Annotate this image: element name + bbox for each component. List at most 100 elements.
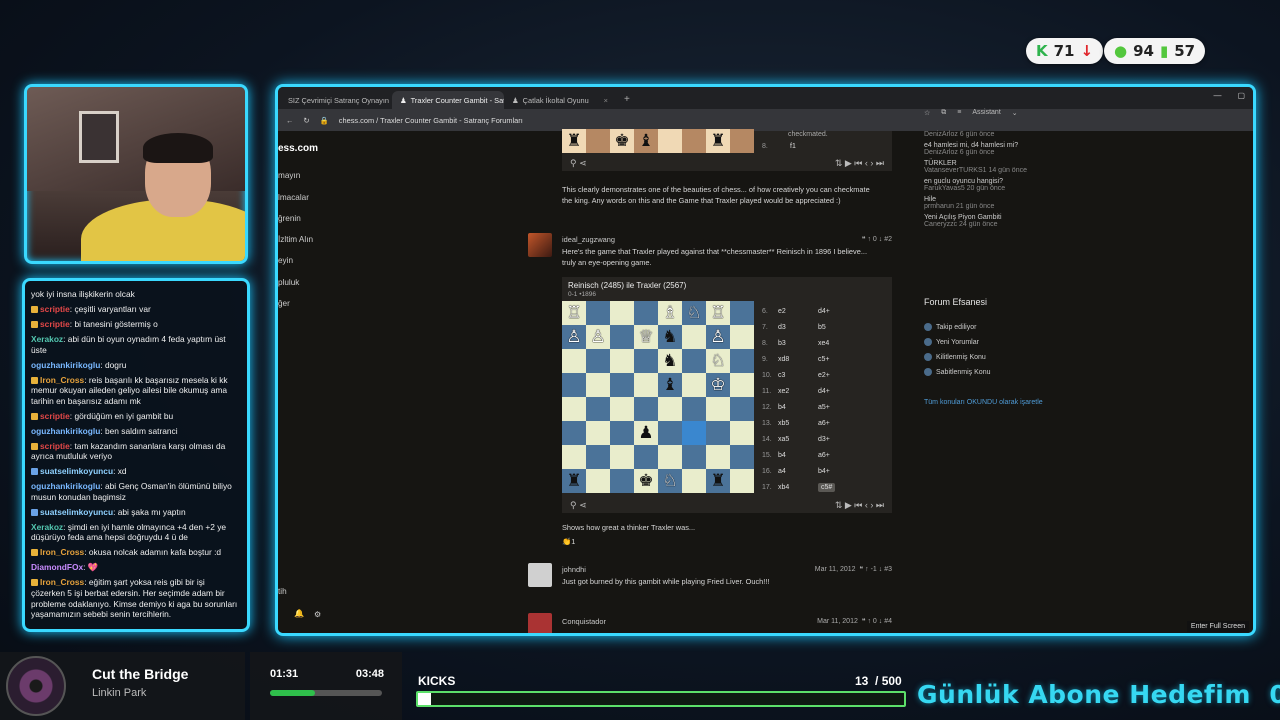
gear-icon[interactable]: ⚙ [314, 609, 321, 619]
tab-fried-liver[interactable]: ♟ Çatlak İkoltal Oyunu × [504, 91, 616, 109]
board-square[interactable] [730, 349, 754, 373]
move-row[interactable]: 11. xe2 d4+ [762, 383, 890, 399]
move-row[interactable]: 14. xa5 d3+ [762, 431, 890, 447]
board-square[interactable] [610, 421, 634, 445]
recent-topic[interactable]: e4 hamlesi mi, d4 hamlesi mi? DenizArloz … [924, 142, 1084, 156]
chess-piece-icon[interactable]: ♜ [710, 472, 725, 490]
move-row[interactable]: 6. e2 d4+ [762, 303, 890, 319]
white-move[interactable]: xa5 [778, 436, 818, 443]
board-square[interactable] [634, 397, 658, 421]
post-author[interactable]: johndhi [562, 565, 586, 574]
chat-username[interactable]: oguzhankirikoglu [31, 481, 100, 491]
board-square[interactable]: ♕ [634, 325, 658, 349]
chess-piece-icon[interactable]: ♟ [638, 424, 653, 442]
chat-username[interactable]: Xerakoz [31, 334, 63, 344]
upvote-icon[interactable]: ↑ [867, 236, 871, 243]
board-square[interactable] [658, 421, 682, 445]
playback-controls[interactable]: ⇅ ▶ ⏮ ‹ › ⏭ [835, 158, 884, 169]
board-square[interactable] [730, 397, 754, 421]
board-square[interactable] [562, 397, 586, 421]
board-square[interactable]: ♖ [562, 301, 586, 325]
topic-title[interactable]: TÜRKLER [924, 160, 1084, 167]
enter-fullscreen-button[interactable]: Enter Full Screen [1186, 621, 1249, 632]
board-square[interactable] [562, 421, 586, 445]
white-move[interactable]: b3 [778, 340, 818, 347]
board-square[interactable] [730, 421, 754, 445]
nav-community[interactable]: pluluk [278, 278, 299, 287]
board-square[interactable] [730, 325, 754, 349]
board-square[interactable] [586, 301, 610, 325]
board-square[interactable]: ♞ [658, 349, 682, 373]
board-square[interactable] [562, 445, 586, 469]
chess-board[interactable]: ♖ ♗ ♘ ♖ ♙ ♙ ♕ ♞ ♙ ♞ ♘ ♝ ♔ ♟ ♜ ♚ ♘ ♜ [562, 301, 754, 493]
white-move[interactable]: d3 [778, 324, 818, 331]
board-square[interactable] [730, 469, 754, 493]
avatar[interactable] [528, 563, 552, 587]
board-square[interactable] [634, 445, 658, 469]
board-square[interactable]: ♟ [634, 421, 658, 445]
post-author[interactable]: Conquistador [562, 617, 606, 626]
board-square[interactable] [682, 349, 706, 373]
board-square[interactable] [586, 421, 610, 445]
chess-piece-icon[interactable]: ♘ [662, 472, 677, 490]
chess-piece-icon[interactable]: ♖ [710, 304, 725, 322]
quote-icon[interactable]: ❝ [862, 236, 866, 243]
board-square[interactable] [682, 445, 706, 469]
board-square[interactable] [730, 445, 754, 469]
assistant-button[interactable]: Assistant [972, 109, 1000, 117]
chess-piece-icon[interactable]: ♖ [566, 304, 581, 322]
tab-play-online[interactable]: SIZ Çevrimiçi Satranç Oynayın× [280, 91, 392, 109]
black-move[interactable]: b5 [818, 324, 826, 331]
board-square[interactable]: ♜ [706, 469, 730, 493]
chat-username[interactable]: Iron_Cross [40, 375, 84, 385]
back-icon[interactable]: ← [286, 116, 293, 125]
white-move[interactable]: b4 [778, 452, 818, 459]
black-move[interactable]: a5+ [818, 404, 830, 411]
topic-title[interactable]: en guclu oyuncu hangisi? [924, 178, 1084, 185]
white-move[interactable]: c3 [778, 372, 818, 379]
chat-username[interactable]: scriptie [40, 319, 70, 329]
board-square[interactable]: ♚ [634, 469, 658, 493]
new-tab-button[interactable]: + [616, 90, 638, 109]
board-square[interactable] [586, 445, 610, 469]
board-square[interactable] [586, 397, 610, 421]
white-move[interactable]: xb5 [778, 420, 818, 427]
chess-piece-icon[interactable]: ♝ [662, 376, 677, 394]
board-square[interactable] [610, 349, 634, 373]
chess-piece-icon[interactable]: ♞ [662, 328, 677, 346]
board-square[interactable]: ♜ [562, 469, 586, 493]
black-move[interactable]: c5+ [818, 356, 829, 363]
board-square[interactable] [610, 445, 634, 469]
nav-more[interactable]: ğer [278, 299, 290, 308]
board-square[interactable] [562, 373, 586, 397]
black-move[interactable]: a6+ [818, 452, 830, 459]
board-square[interactable] [610, 469, 634, 493]
black-move[interactable]: a6+ [818, 420, 830, 427]
chat-username[interactable]: scriptie [40, 304, 70, 314]
recent-topic[interactable]: en guclu oyuncu hangisi? FarukYavas5 20 g… [924, 178, 1084, 192]
nav-watch[interactable]: eyin [278, 256, 293, 265]
board-square[interactable]: ♘ [706, 349, 730, 373]
move-row[interactable]: 9. xd8 c5+ [762, 351, 890, 367]
zoom-icon[interactable]: ⚲ ⋖ [570, 500, 587, 511]
post-author[interactable]: ideal_zugzwang [562, 235, 615, 244]
board-square[interactable] [682, 373, 706, 397]
board-square[interactable] [682, 325, 706, 349]
board-square[interactable]: ♘ [658, 469, 682, 493]
recent-topic[interactable]: TÜRKLER VatanseverTURKS1 14 gün önce [924, 160, 1084, 174]
board-square[interactable]: ♝ [658, 373, 682, 397]
move-row[interactable]: 13. xb5 a6+ [762, 415, 890, 431]
board-square[interactable]: ♘ [682, 301, 706, 325]
topic-title[interactable]: Yeni Açılış Piyon Gambiti [924, 214, 1084, 221]
black-move[interactable]: b4+ [818, 468, 830, 475]
board-square[interactable]: ♙ [586, 325, 610, 349]
chess-piece-icon[interactable]: ♜ [566, 472, 581, 490]
recent-topic[interactable]: Hile prmharun 21 gün önce [924, 196, 1084, 210]
extension-icon[interactable]: ⧉ [941, 109, 946, 117]
chat-username[interactable]: suatselimkoyuncu [40, 466, 113, 476]
board-square[interactable] [706, 445, 730, 469]
star-icon[interactable]: ☆ [924, 109, 930, 117]
chess-piece-icon[interactable]: ♔ [710, 376, 725, 394]
chess-piece-icon[interactable]: ♘ [710, 352, 725, 370]
avatar[interactable] [528, 613, 552, 633]
